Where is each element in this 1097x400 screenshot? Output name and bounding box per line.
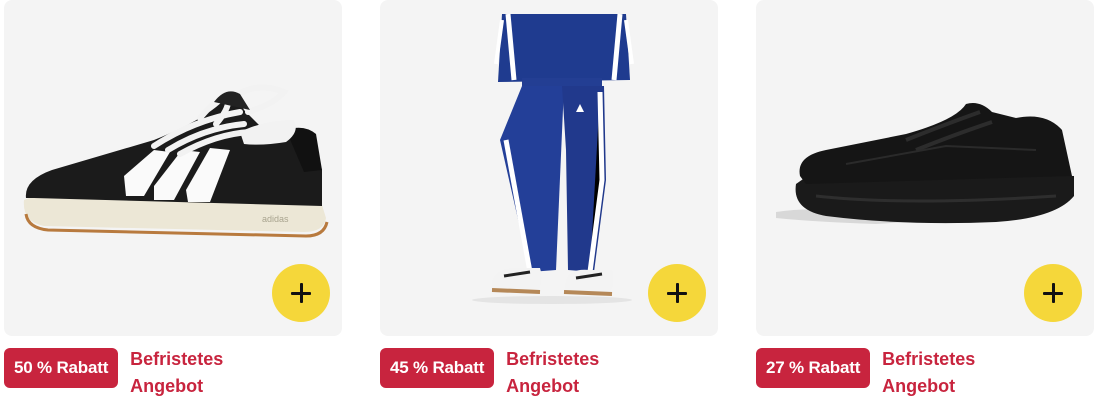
price-info: 50 % Rabatt Befristetes Angebot: [4, 346, 270, 400]
add-to-cart-button[interactable]: [272, 264, 330, 322]
add-to-cart-button[interactable]: [648, 264, 706, 322]
limited-offer-label: Befristetes Angebot: [130, 349, 224, 396]
add-to-cart-button[interactable]: [1024, 264, 1082, 322]
price-info: 27 % Rabatt Befristetes Angebot: [756, 346, 1022, 400]
product-image[interactable]: [756, 0, 1094, 336]
product-image[interactable]: [380, 0, 718, 336]
product-card[interactable]: 27 % Rabatt Befristetes Angebot: [756, 0, 1094, 400]
discount-badge: 27 % Rabatt: [756, 348, 871, 388]
price-info: 45 % Rabatt Befristetes Angebot: [380, 346, 646, 400]
plus-icon: [290, 282, 312, 304]
product-row: adidas 50 % Rabatt Befristetes Angebot 4…: [0, 0, 1097, 400]
limited-offer-label: Befristetes Angebot: [882, 349, 976, 396]
plus-icon: [1042, 282, 1064, 304]
product-card[interactable]: 45 % Rabatt Befristetes Angebot: [380, 0, 718, 400]
plus-icon: [666, 282, 688, 304]
discount-badge: 45 % Rabatt: [380, 348, 495, 388]
product-image[interactable]: adidas: [4, 0, 342, 336]
svg-text:adidas: adidas: [262, 214, 289, 224]
limited-offer-label: Befristetes Angebot: [506, 349, 600, 396]
discount-badge: 50 % Rabatt: [4, 348, 119, 388]
product-card[interactable]: adidas 50 % Rabatt Befristetes Angebot: [4, 0, 342, 400]
